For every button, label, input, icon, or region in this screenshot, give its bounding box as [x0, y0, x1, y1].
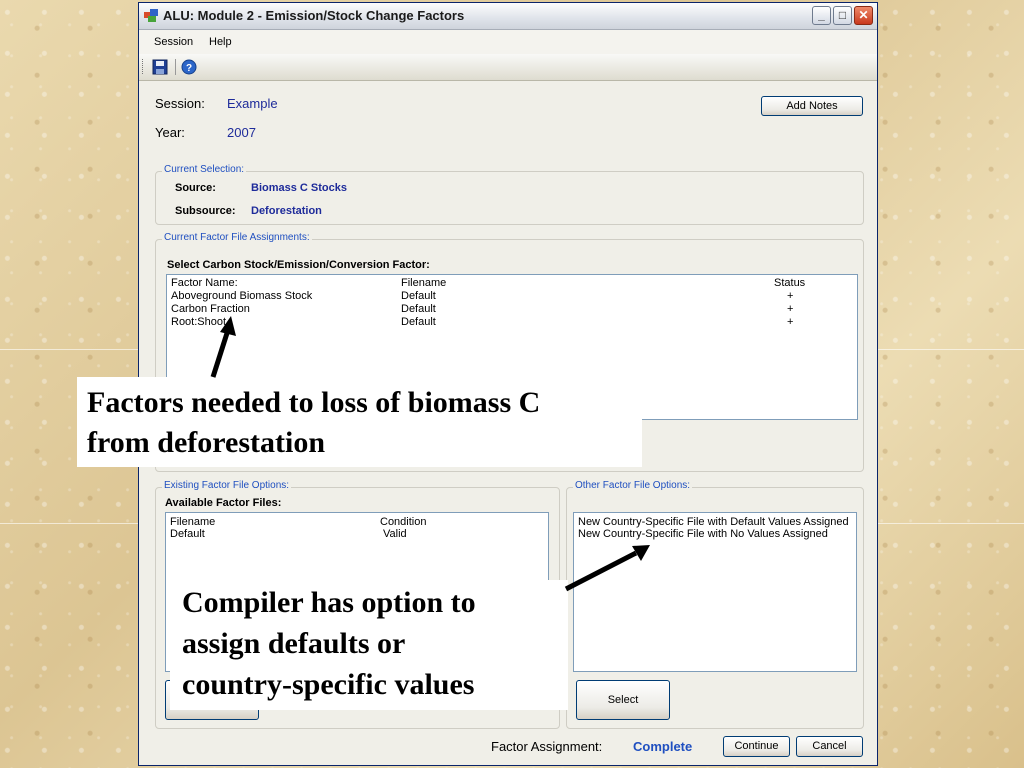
- arrow-to-other-options: [564, 550, 638, 592]
- arrow-to-factor-list: [210, 329, 231, 378]
- callout-arrows: [210, 316, 650, 592]
- arrow-head-icon: [220, 316, 236, 336]
